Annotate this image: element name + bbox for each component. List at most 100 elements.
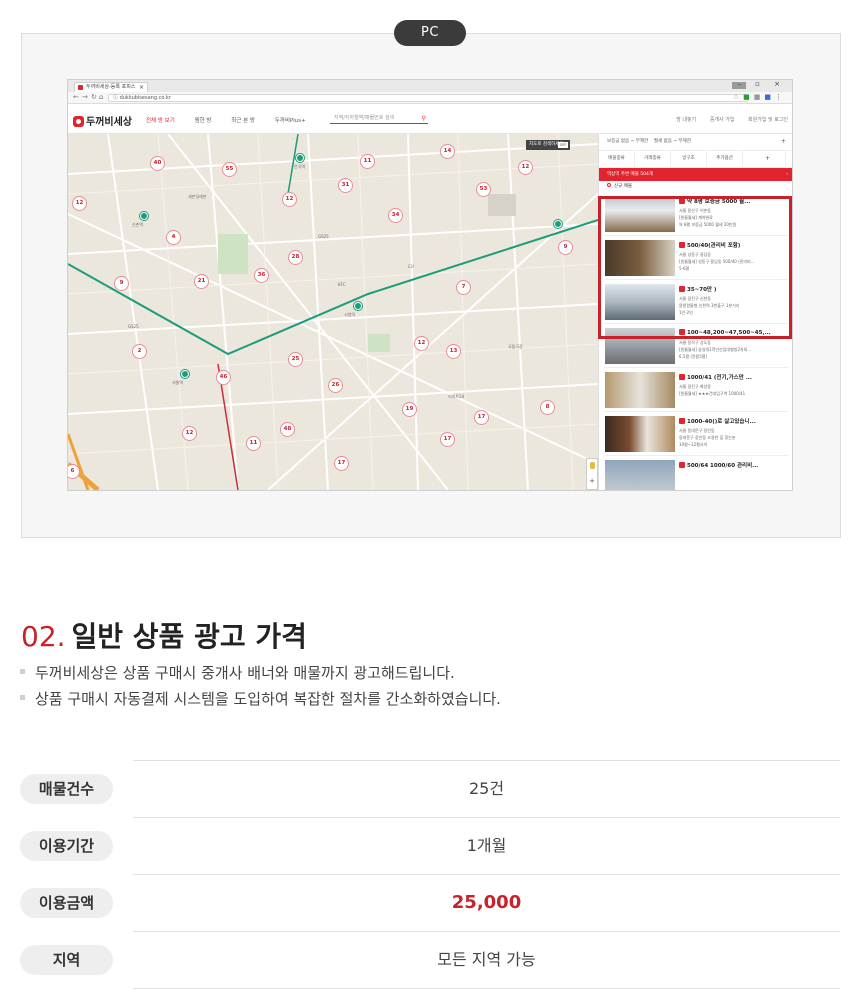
map-cluster[interactable]: 9 xyxy=(558,240,573,255)
map-cluster[interactable]: 19 xyxy=(402,402,417,417)
listing-desc: [원룸월세] 숭실대1학년신입대형방2차외... xyxy=(679,347,752,352)
bullet-icon xyxy=(20,695,25,700)
map-cluster[interactable]: 12 xyxy=(414,336,429,351)
search-icon[interactable]: ⚲ xyxy=(422,114,426,123)
map-cluster[interactable]: 4 xyxy=(166,230,181,245)
section-number: 02. xyxy=(21,620,66,653)
expand-icon[interactable]: + xyxy=(781,134,786,150)
filter-property-type[interactable]: 매물종류 xyxy=(599,151,635,167)
window-controls[interactable]: – ▫ × xyxy=(737,80,786,88)
site-logo[interactable]: 두꺼비세상 xyxy=(73,113,132,128)
map-cluster[interactable]: 13 xyxy=(446,344,461,359)
expand-icon[interactable]: + xyxy=(750,151,786,167)
price-filter[interactable]: 보증금 없음 ~ 무제한 월세 없음 ~ 무제한 + xyxy=(599,134,792,151)
subway-station-icon[interactable] xyxy=(140,212,148,220)
site-header: 두꺼비세상 전체 방 보기 찜한 방 최근 본 방 두꺼비Plus+ 지역/지하… xyxy=(68,104,792,134)
badge-icon xyxy=(679,374,685,380)
subway-station-icon[interactable] xyxy=(354,302,362,310)
listing-item[interactable]: 1000-40()로 살고있습니... 서울 동대문구 장안동 동대문구 장안동… xyxy=(605,412,788,456)
map-cluster[interactable]: 31 xyxy=(338,178,353,193)
map-cluster[interactable]: 12 xyxy=(182,426,197,441)
subway-station-icon[interactable] xyxy=(296,154,304,162)
toggle-off-state: OFF xyxy=(558,142,568,148)
zoom-in-icon[interactable]: + xyxy=(587,477,597,485)
subway-station-icon[interactable] xyxy=(181,370,189,378)
map-cluster[interactable]: 53 xyxy=(476,182,491,197)
url-field[interactable]: ⓘ dukkubisesang.co.kr xyxy=(108,94,748,102)
browser-tab[interactable]: 두꺼비세상-등록 포피스 × xyxy=(74,82,148,92)
price-value: 1개월 xyxy=(133,817,840,875)
map-cluster[interactable]: 12 xyxy=(518,160,533,175)
price-row-listings: 매물건수 25건 xyxy=(20,760,840,818)
map-cluster[interactable]: 7 xyxy=(456,280,471,295)
map-cluster[interactable]: 25 xyxy=(288,352,303,367)
map-cluster[interactable]: 11 xyxy=(360,154,375,169)
map-cluster[interactable]: 48 xyxy=(280,422,295,437)
login-link[interactable]: 회원가입 및 로그인 xyxy=(748,117,788,123)
agent-signup-link[interactable]: 중개사 가입 xyxy=(710,117,735,123)
price-label: 지역 xyxy=(20,945,113,975)
nav-item-liked-rooms[interactable]: 찜한 방 xyxy=(195,118,212,124)
type-filter[interactable]: 매물종류 거래종류 방구조 추가옵션 + xyxy=(599,151,792,168)
nav-item-recent-rooms[interactable]: 최근 본 방 xyxy=(231,118,255,124)
listing-detail: 10평~12평사이 xyxy=(679,442,708,447)
map-cluster[interactable]: 55 xyxy=(222,162,237,177)
nav-item-all-rooms[interactable]: 전체 방 보기 xyxy=(146,118,175,124)
badge-icon xyxy=(679,418,685,424)
map-label: GS25 xyxy=(128,324,139,329)
listing-location: 서울 동대문구 장안동 xyxy=(679,428,715,433)
reload-icon[interactable]: ↻ xyxy=(91,93,97,101)
listing-thumbnail xyxy=(605,372,675,408)
section-desc: 두꺼비세상은 상품 구매시 중개사 배너와 매물까지 광고해드립니다. xyxy=(20,662,455,683)
map-cluster[interactable]: 34 xyxy=(388,208,403,223)
site-search-input[interactable]: 지역/지하철역/매물번호 검색 ⚲ xyxy=(330,114,428,124)
listing-thumbnail xyxy=(605,416,675,452)
home-icon[interactable]: ⌂ xyxy=(99,93,103,101)
map-cluster[interactable]: 17 xyxy=(440,432,455,447)
nav-item-plus[interactable]: 두꺼비Plus+ xyxy=(275,118,306,124)
map-cluster[interactable]: 17 xyxy=(334,456,349,471)
map-cluster[interactable]: 40 xyxy=(150,156,165,171)
new-listings-header: 신규 매물 xyxy=(599,181,792,192)
back-icon[interactable]: ← xyxy=(73,93,79,101)
filter-room-structure[interactable]: 방구조 xyxy=(671,151,707,167)
filter-deal-type[interactable]: 거래종류 xyxy=(635,151,671,167)
map-cluster[interactable]: 17 xyxy=(474,410,489,425)
map-zoom-control[interactable]: + xyxy=(586,458,598,490)
price-row-amount: 이용금액 25,000 xyxy=(20,874,840,932)
map-view[interactable]: 지도로 검색하세요 OFF 안국역 신촌역 시청역 서울역 GS25 세븐일레븐 … xyxy=(68,134,598,490)
forward-icon[interactable]: → xyxy=(82,93,88,101)
nearby-listings-bar[interactable]: 역삼역 주변 매물 504개 › xyxy=(599,168,792,181)
map-cluster[interactable]: 2 xyxy=(132,344,147,359)
header-utils: 방 내놓기 중개사 가입 회원가입 및 로그인 xyxy=(664,116,788,123)
map-cluster[interactable]: 12 xyxy=(72,196,87,211)
chevron-right-icon: › xyxy=(786,172,788,177)
subway-station-icon[interactable] xyxy=(554,220,562,228)
tab-close-icon[interactable]: × xyxy=(139,83,144,92)
map-cluster[interactable]: 9 xyxy=(114,276,129,291)
pc-badge: PC xyxy=(394,20,466,46)
listing-thumbnail xyxy=(605,460,675,490)
filter-options[interactable]: 추가옵션 xyxy=(707,151,743,167)
map-cluster[interactable]: 26 xyxy=(328,378,343,393)
map-label: 안국역 xyxy=(294,164,306,169)
extension-icons[interactable]: ☆■■■⋮ xyxy=(733,93,786,101)
list-room-link[interactable]: 방 내놓기 xyxy=(676,117,696,123)
map-cluster[interactable]: 14 xyxy=(440,144,455,159)
map-label: 서울역 xyxy=(172,380,184,385)
listing-item[interactable]: 500/64 1000/60 관리비... xyxy=(605,456,788,490)
highlight-box xyxy=(598,196,792,339)
map-cluster[interactable]: 28 xyxy=(288,250,303,265)
map-cluster[interactable]: 46 xyxy=(216,370,231,385)
map-label: 신촌역 xyxy=(132,222,144,227)
map-cluster[interactable]: 11 xyxy=(246,436,261,451)
listing-item[interactable]: 1000/41 (전기,가스만 ... 서울 광진구 화양동 [원룸월세] ★★… xyxy=(605,368,788,412)
map-cluster[interactable]: 21 xyxy=(194,274,209,289)
street-view-icon[interactable] xyxy=(590,462,595,469)
map-cluster[interactable]: 8 xyxy=(540,400,555,415)
map-cluster[interactable]: 36 xyxy=(254,268,269,283)
map-search-toggle[interactable]: 지도로 검색하세요 OFF xyxy=(526,140,570,150)
map-label: 이마트24 xyxy=(448,394,465,399)
map-cluster[interactable]: 12 xyxy=(282,192,297,207)
price-value: 25건 xyxy=(133,760,840,818)
